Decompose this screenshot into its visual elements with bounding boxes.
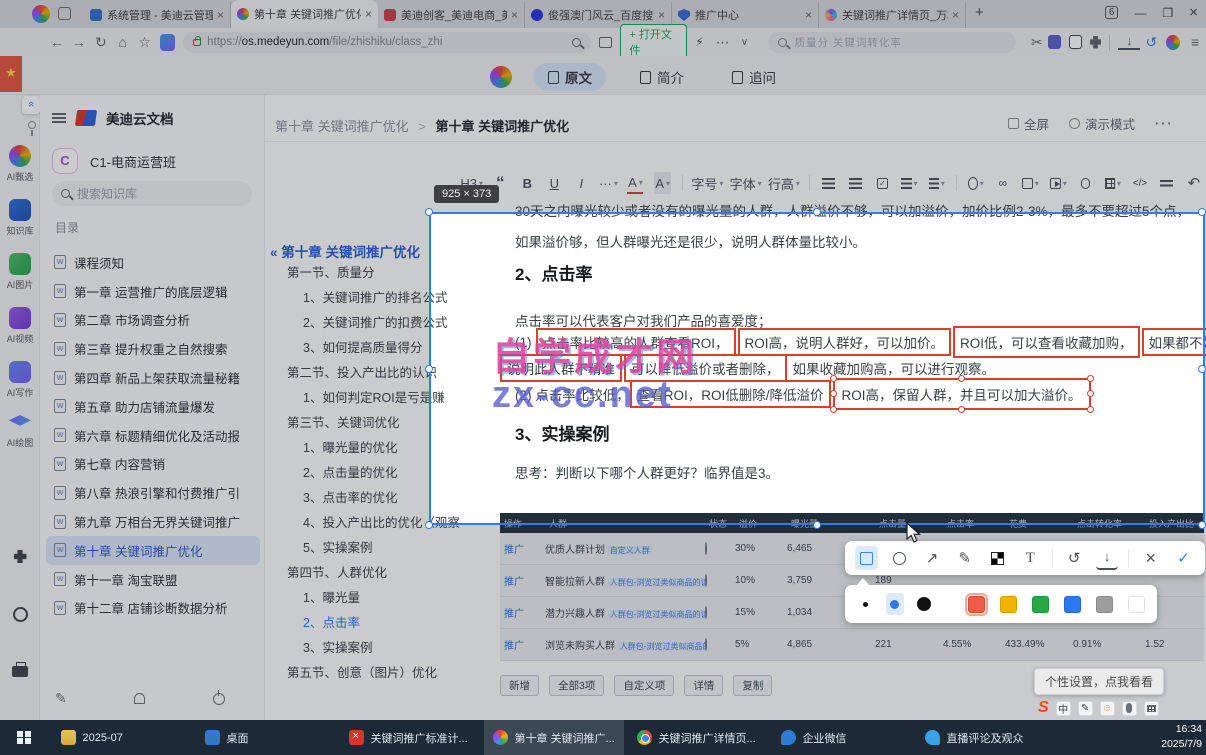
selection-handle[interactable] — [813, 521, 821, 529]
ime-keyboard-icon[interactable] — [1143, 700, 1159, 716]
clock-time: 16:34 — [1175, 723, 1202, 735]
taskbar-item-label: 第十章 关键词推广... — [514, 732, 615, 745]
taskbar-item-label: 直播评论及观众 — [946, 732, 1024, 745]
color-swatch[interactable] — [1032, 595, 1050, 613]
taskbar: 2025-07 桌面 关键词推广标准计... 第十章 关键词推广... 关键词推… — [0, 720, 1206, 755]
taskbar-item-icon — [492, 730, 508, 745]
ellipse-tool[interactable] — [888, 546, 911, 570]
sogou-logo-icon[interactable]: S — [1038, 699, 1049, 717]
screen: 系统管理 - 美迪云管理 × 第十章 关键词推广优化 × 美迪创客_美迪电商_美… — [0, 0, 1206, 755]
selection-handle[interactable] — [1198, 521, 1206, 529]
taskbar-item-label: 关键词推广详情页... — [658, 732, 756, 745]
stroke-color-panel — [845, 585, 1157, 623]
color-swatch[interactable] — [1096, 595, 1114, 613]
selection-handle[interactable] — [1198, 208, 1206, 216]
taskbar-item[interactable]: 2025-07 — [52, 720, 192, 755]
color-panel-notch — [856, 578, 870, 586]
selection-handle[interactable] — [813, 208, 821, 216]
taskbar-item-label: 桌面 — [226, 732, 249, 745]
selection-handle[interactable] — [425, 365, 433, 373]
taskbar-item-label: 2025-07 — [82, 731, 123, 744]
sogou-tooltip: 个性设置，点我看看 — [1034, 668, 1165, 695]
color-swatch[interactable] — [1128, 595, 1146, 613]
taskbar-item-icon — [60, 730, 76, 745]
cancel-capture-button[interactable]: × — [1139, 546, 1162, 570]
taskbar-item-icon — [204, 730, 220, 745]
taskbar-item-label: 企业微信 — [802, 732, 847, 745]
taskbar-item-icon — [780, 730, 796, 745]
ime-toolbar: S 中 ✎ ☺ — [1038, 699, 1159, 717]
selection-handle[interactable] — [425, 208, 433, 216]
stroke-large-option[interactable] — [916, 593, 933, 615]
selection-handle[interactable] — [425, 521, 433, 529]
annotation-toolbar: ↗ ✎ T ↺ ↓ × ✓ — [845, 541, 1205, 575]
ime-emoji-icon[interactable]: ☺ — [1099, 700, 1115, 716]
pencil-tool[interactable]: ✎ — [953, 546, 976, 570]
taskbar-item-label: 关键词推广标准计... — [370, 732, 468, 745]
taskbar-item-icon — [636, 730, 652, 745]
taskbar-item[interactable]: 关键词推广详情页... — [628, 720, 768, 755]
selection-size-badge: 925 × 373 — [434, 185, 500, 203]
arrow-tool[interactable]: ↗ — [921, 546, 944, 570]
save-capture-button[interactable]: ↓ — [1095, 546, 1119, 570]
taskbar-item-icon — [924, 730, 940, 745]
rectangle-tool[interactable] — [855, 546, 878, 570]
taskbar-item[interactable]: 桌面 — [196, 720, 336, 755]
taskbar-item-icon — [348, 730, 364, 745]
taskbar-item[interactable]: 直播评论及观众 — [916, 720, 1056, 755]
mosaic-tool[interactable] — [986, 546, 1009, 570]
stroke-medium-option[interactable] — [886, 593, 904, 615]
mouse-cursor — [906, 522, 922, 543]
text-tool[interactable]: T — [1019, 546, 1042, 570]
color-swatch[interactable] — [1064, 595, 1082, 613]
taskbar-item[interactable]: 关键词推广标准计... — [340, 720, 480, 755]
capture-selection-rect[interactable] — [429, 212, 1205, 525]
color-swatch[interactable] — [1000, 595, 1018, 613]
dim-overlay-top — [0, 0, 1206, 212]
stroke-small-option[interactable] — [857, 593, 874, 615]
confirm-capture-button[interactable]: ✓ — [1172, 546, 1195, 570]
taskbar-clock[interactable]: 16:34 2025/7/9 — [1161, 722, 1202, 752]
ime-pen-icon[interactable]: ✎ — [1077, 700, 1093, 716]
undo-annotation-button[interactable]: ↺ — [1063, 546, 1086, 570]
selection-handle[interactable] — [1198, 365, 1206, 373]
taskbar-item[interactable]: 第十章 关键词推广... — [483, 720, 624, 755]
dim-overlay-left — [0, 212, 429, 525]
taskbar-item[interactable]: 企业微信 — [772, 720, 912, 755]
ime-language-toggle[interactable]: 中 — [1055, 700, 1071, 716]
clock-date: 2025/7/9 — [1161, 738, 1202, 750]
ime-mic-icon[interactable] — [1121, 700, 1137, 716]
start-button[interactable] — [17, 730, 31, 745]
color-swatch[interactable] — [965, 592, 989, 616]
